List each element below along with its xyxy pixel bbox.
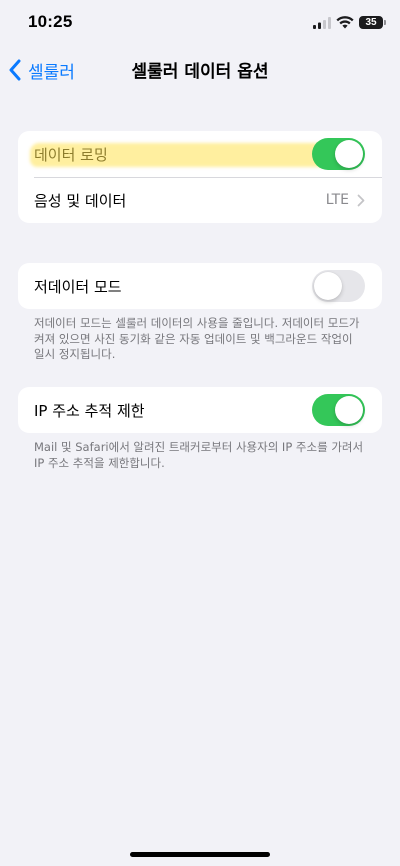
wifi-icon: [336, 16, 354, 29]
low-data-mode-label: 저데이터 모드: [34, 277, 122, 296]
roaming-voice-group: 데이터 로밍 음성 및 데이터 LTE: [18, 131, 382, 223]
voice-data-value: LTE: [325, 192, 349, 208]
status-time: 10:25: [28, 12, 73, 31]
page-title: 셀룰러 데이터 옵션: [131, 62, 269, 82]
data-roaming-toggle[interactable]: [312, 138, 365, 170]
low-data-mode-footnote: 저데이터 모드는 셀룰러 데이터의 사용을 줄입니다. 저데이터 모드가 켜져 …: [34, 316, 360, 361]
cellular-signal-icon: [313, 17, 331, 29]
toggle-knob: [335, 396, 363, 424]
data-roaming-label: 데이터 로밍: [34, 145, 108, 164]
toggle-knob: [314, 272, 342, 300]
limit-ip-tracking-label: IP 주소 추적 제한: [34, 401, 145, 420]
toggle-knob: [335, 140, 363, 168]
low-data-mode-row: 저데이터 모드: [18, 263, 382, 309]
chevron-right-icon: [357, 194, 365, 206]
limit-ip-tracking-row: IP 주소 추적 제한: [18, 387, 382, 433]
battery-icon: 35: [359, 16, 386, 29]
voice-data-label: 음성 및 데이터: [34, 191, 127, 210]
ip-tracking-group: IP 주소 추적 제한: [18, 387, 382, 433]
low-data-group: 저데이터 모드: [18, 263, 382, 309]
limit-ip-tracking-toggle[interactable]: [312, 394, 365, 426]
low-data-mode-toggle[interactable]: [312, 270, 365, 302]
status-bar: 10:25 35: [0, 0, 400, 46]
voice-data-row[interactable]: 음성 및 데이터 LTE: [18, 177, 382, 223]
home-indicator[interactable]: [130, 852, 270, 857]
ip-tracking-footnote: Mail 및 Safari에서 알려진 트래커로부터 사용자의 IP 주소를 가…: [34, 440, 364, 470]
data-roaming-row: 데이터 로밍: [18, 131, 382, 177]
